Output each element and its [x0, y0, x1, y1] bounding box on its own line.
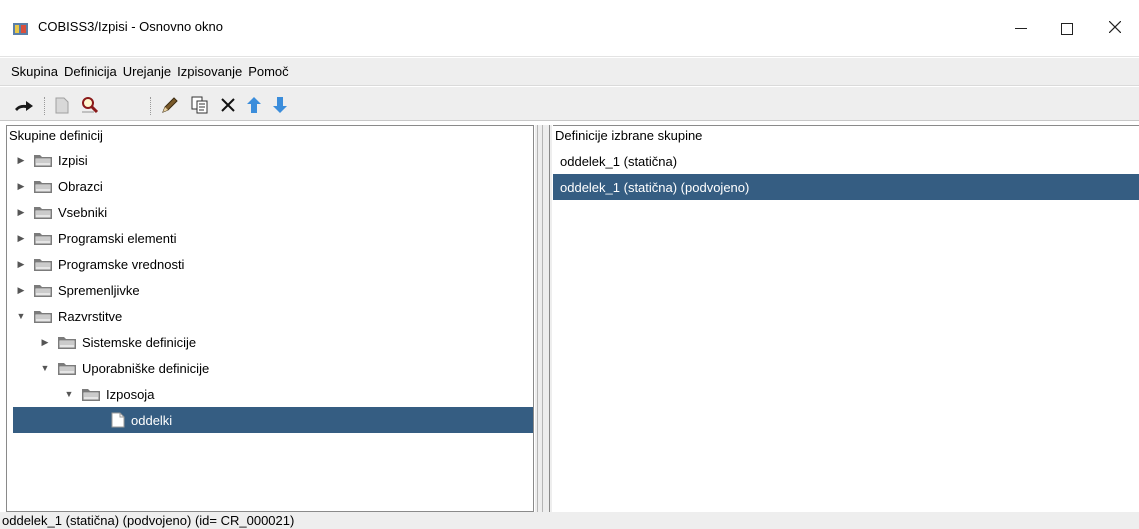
menu-bar: Skupina Definicija Urejanje Izpisovanje … [0, 58, 1139, 86]
folder-icon [33, 308, 53, 324]
new-document-icon[interactable] [52, 95, 72, 115]
collapse-arrow-icon[interactable]: ▼ [39, 362, 51, 374]
maximize-button[interactable] [1044, 0, 1090, 57]
folder-icon [57, 334, 77, 350]
status-bar: oddelek_1 (statična) (podvojeno) (id= CR… [0, 512, 1139, 529]
panel-header: Definicije izbrane skupine [553, 126, 1139, 147]
menu-izpisovanje[interactable]: Izpisovanje [174, 64, 245, 79]
toolbar-separator [150, 97, 151, 115]
expand-arrow-icon[interactable]: ▶ [15, 154, 27, 166]
window-title: COBISS3/Izpisi - Osnovno okno [38, 19, 223, 34]
collapse-arrow-icon[interactable]: ▼ [63, 388, 75, 400]
tree-item[interactable]: ▶ Obrazci [7, 173, 533, 199]
tree-item[interactable]: ▶ Spremenljivke [7, 277, 533, 303]
tree-item[interactable]: ▶ Programske vrednosti [7, 251, 533, 277]
group-definitions-panel: Definicije izbrane skupine oddelek_1 (st… [553, 125, 1139, 512]
tree-item[interactable]: ▼ Razvrstitve [7, 303, 533, 329]
tree-item[interactable]: oddelki [13, 407, 533, 433]
folder-icon [33, 230, 53, 246]
tree-item-label: Spremenljivke [58, 282, 140, 298]
menu-pomoc[interactable]: Pomoč [245, 64, 291, 79]
folder-icon [57, 360, 77, 376]
expand-arrow-icon[interactable]: ▶ [15, 206, 27, 218]
close-icon [1108, 20, 1122, 38]
tree-item-label: Uporabniške definicije [82, 360, 210, 376]
expand-arrow-icon[interactable]: ▶ [15, 232, 27, 244]
tree-item-label: Sistemske definicije [82, 334, 197, 350]
tree-item-label: Izposoja [106, 386, 155, 402]
app-icon [12, 20, 29, 37]
splitter[interactable] [535, 125, 552, 512]
expand-arrow-icon[interactable]: ▶ [39, 336, 51, 348]
definition-label: oddelek_1 (statična) [560, 153, 678, 169]
expand-arrow-icon[interactable]: ▶ [15, 284, 27, 296]
document-icon [111, 412, 125, 428]
definition-label: oddelek_1 (statična) (podvojeno) [560, 179, 750, 195]
collapse-arrow-icon[interactable]: ▼ [15, 310, 27, 322]
tree-item-label: Programske vrednosti [58, 256, 185, 272]
folder-icon [33, 204, 53, 220]
group-definitions-list: oddelek_1 (statična) oddelek_1 (statična)… [553, 148, 1139, 512]
tree-item[interactable]: ▶ Vsebniki [7, 199, 533, 225]
maximize-icon [1061, 22, 1073, 35]
delete-icon[interactable] [218, 95, 238, 115]
tree-item-label: Programski elementi [58, 230, 177, 246]
expand-arrow-icon[interactable]: ▶ [15, 258, 27, 270]
tree-item-label: Razvrstitve [58, 308, 123, 324]
tree-item[interactable]: ▶ Sistemske definicije [7, 329, 533, 355]
title-bar: COBISS3/Izpisi - Osnovno okno [0, 0, 1139, 57]
find-icon[interactable] [80, 95, 100, 115]
edit-pencil-icon[interactable] [160, 95, 180, 115]
definition-groups-tree: ▶ Izpisi ▶ Obrazci ▶ Vsebniki ▶ Programski elem… [7, 147, 533, 511]
move-up-icon[interactable] [244, 95, 264, 115]
tree-item-label: Vsebniki [58, 204, 108, 220]
definition-list-item[interactable]: oddelek_1 (statična) (podvojeno) [553, 174, 1139, 200]
definition-list-item[interactable]: oddelek_1 (statična) [553, 148, 1139, 174]
definition-groups-panel: Skupine definicij ▶ Izpisi ▶ Obrazci ▶ Vsebni… [6, 125, 534, 512]
folder-icon [33, 178, 53, 194]
close-button[interactable] [1092, 0, 1138, 57]
menu-definicija[interactable]: Definicija [61, 64, 120, 79]
menu-skupina[interactable]: Skupina [8, 64, 61, 79]
expand-arrow-icon[interactable]: ▶ [15, 180, 27, 192]
tree-item-label: Izpisi [58, 152, 88, 168]
folder-icon [33, 256, 53, 272]
tree-item[interactable]: ▼ Izposoja [7, 381, 533, 407]
menu-urejanje[interactable]: Urejanje [120, 64, 174, 79]
folder-icon [33, 282, 53, 298]
tree-item[interactable]: ▶ Programski elementi [7, 225, 533, 251]
folder-icon [81, 386, 101, 402]
minimize-button[interactable] [998, 0, 1044, 57]
toolbar-separator [44, 97, 45, 115]
tree-item[interactable]: ▼ Uporabniške definicije [7, 355, 533, 381]
tree-item-label: Obrazci [58, 178, 103, 194]
minimize-icon [1015, 28, 1027, 29]
exit-icon[interactable] [14, 95, 34, 115]
toolbar [0, 87, 1139, 121]
folder-icon [33, 152, 53, 168]
panel-header: Skupine definicij [7, 126, 533, 147]
move-down-icon[interactable] [270, 95, 290, 115]
tree-item-label: oddelki [131, 412, 173, 428]
copy-icon[interactable] [190, 95, 210, 115]
tree-item[interactable]: ▶ Izpisi [7, 147, 533, 173]
